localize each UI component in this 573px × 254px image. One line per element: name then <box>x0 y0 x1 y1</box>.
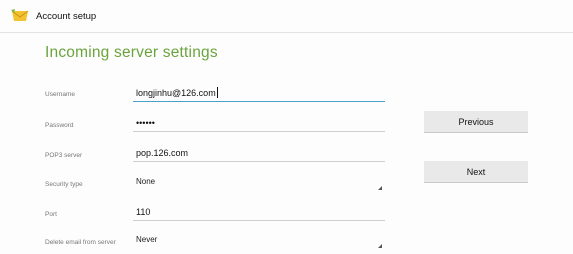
port-value: 110 <box>136 207 151 217</box>
next-button[interactable]: Next <box>424 161 528 183</box>
username-value: longjinhu@126.com <box>136 88 216 98</box>
password-label: Password <box>45 122 74 129</box>
previous-button[interactable]: Previous <box>424 111 528 133</box>
app-title: Account setup <box>36 11 97 22</box>
action-bar: Account setup <box>0 0 573 33</box>
delete-email-value: Never <box>136 235 158 244</box>
server-value: pop.126.com <box>136 148 189 158</box>
password-value: •••••• <box>136 118 155 128</box>
security-type-spinner[interactable]: None <box>133 176 385 193</box>
spinner-arrow-icon <box>378 186 382 190</box>
port-field[interactable]: 110 <box>133 206 385 221</box>
server-field[interactable]: pop.126.com <box>133 147 385 162</box>
username-field[interactable]: longjinhu@126.com <box>133 87 385 102</box>
delete-email-label: Delete email from server <box>45 239 116 246</box>
port-label: Port <box>45 211 57 218</box>
security-label: Security type <box>45 181 83 188</box>
mail-account-icon <box>11 9 29 21</box>
server-label: POP3 server <box>45 152 83 159</box>
text-cursor <box>216 87 218 98</box>
security-value: None <box>136 177 156 186</box>
password-field[interactable]: •••••• <box>133 117 385 132</box>
spinner-arrow-icon <box>378 244 382 248</box>
page-title: Incoming server settings <box>45 44 218 61</box>
delete-email-spinner[interactable]: Never <box>133 234 385 251</box>
username-label: Username <box>45 91 75 98</box>
